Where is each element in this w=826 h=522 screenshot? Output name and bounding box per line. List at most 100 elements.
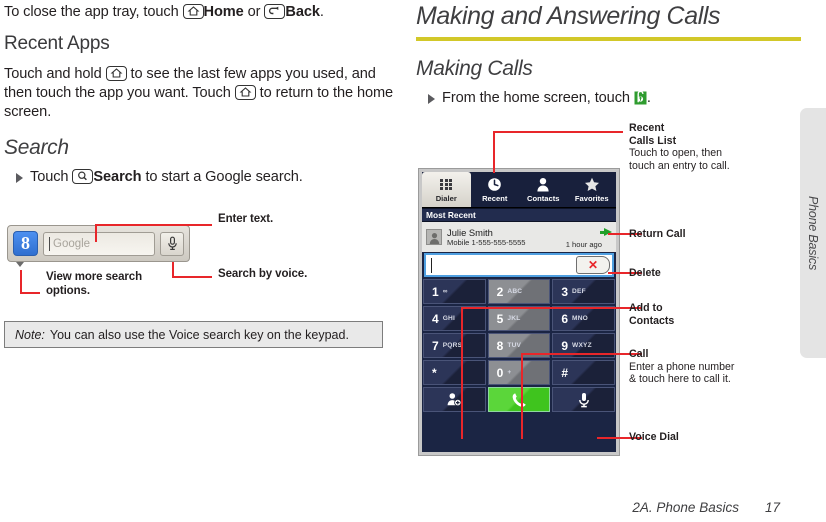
home-icon: [234, 85, 256, 100]
key-7[interactable]: 7 PQRS: [423, 333, 486, 358]
side-tab-label: Phone Basics: [806, 195, 820, 271]
add-to-contacts-button[interactable]: [423, 387, 486, 412]
home-icon: [105, 66, 127, 81]
callout-add-contacts-line1: Add to: [629, 302, 663, 314]
tab-favorites-label: Favorites: [574, 193, 609, 203]
dialer-tab-bar: Dialer Recent Contacts Favorites: [422, 172, 616, 208]
key-5-digit: 5: [496, 311, 504, 326]
callout-call-body: Enter a phone number & touch here to cal…: [629, 360, 735, 386]
making-calls-bullet-text: From the home screen, touch .: [442, 89, 651, 111]
callout-call-title: Call: [629, 348, 649, 360]
search-key-label: Search: [93, 169, 142, 185]
phone-screenshot: Dialer Recent Contacts Favorites Most Re…: [418, 168, 620, 456]
key-5[interactable]: 5 JKL: [487, 306, 551, 331]
page-footer: 2A. Phone Basics 17: [0, 500, 800, 515]
key-7-sub: PQRS: [442, 342, 463, 349]
left-column: To close the app tray, touch Home or Bac…: [4, 0, 400, 187]
recent-contact-number: Mobile 1-555-555-5555: [447, 238, 526, 247]
search-input[interactable]: Google: [43, 231, 155, 256]
recent-contact-name: Julie Smith: [447, 227, 493, 238]
contact-avatar-icon: [426, 229, 442, 245]
callout-delete: Delete: [629, 267, 744, 280]
callout-view-more-line2: options.: [46, 284, 90, 297]
tab-recent[interactable]: Recent: [471, 172, 520, 207]
footer-section: 2A. Phone Basics: [632, 500, 739, 515]
key-0[interactable]: 0 +: [487, 360, 551, 385]
side-tab-phone-basics: Phone Basics: [800, 108, 826, 358]
footer-page-number: 17: [764, 500, 780, 515]
tab-dialer-label: Dialer: [435, 193, 457, 203]
microphone-icon: [578, 392, 589, 407]
callout-recent-calls-body: Touch to open, then touch an entry to ca…: [629, 147, 730, 172]
key-1[interactable]: 1 ∞: [423, 279, 486, 304]
making-calls-post: .: [646, 90, 651, 106]
callout-return-call: Return Call: [629, 228, 744, 241]
key-9-sub: WXYZ: [572, 342, 592, 349]
key-3-sub: DEF: [572, 288, 586, 295]
key-0-sub: +: [507, 369, 512, 376]
close-tray-text-post: .: [319, 4, 324, 20]
recent-call-time: 1 hour ago: [565, 240, 602, 249]
callout-call: Call Enter a phone number & touch here t…: [629, 348, 744, 386]
tab-contacts[interactable]: Contacts: [519, 172, 568, 207]
key-hash[interactable]: #: [552, 360, 616, 385]
microphone-icon: [167, 236, 177, 250]
callout-delete-label: Delete: [629, 267, 661, 279]
phone-app-icon: [634, 90, 647, 111]
recent-apps-paragraph: Touch and hold to see the last few apps …: [4, 65, 400, 122]
search-input-placeholder: Google: [53, 237, 91, 250]
page-title: Making and Answering Calls: [416, 2, 721, 30]
google-logo-icon[interactable]: 8: [13, 231, 38, 256]
tab-dialer[interactable]: Dialer: [422, 172, 471, 207]
tab-favorites[interactable]: Favorites: [568, 172, 617, 207]
callout-recent-calls-title-2: Calls List: [629, 134, 677, 147]
callout-recent-calls-title-1: Recent: [629, 122, 665, 134]
search-bullet-pre: Touch: [30, 169, 73, 185]
title-divider: [416, 37, 801, 41]
key-2-sub: ABC: [507, 288, 523, 295]
dialer-action-row: [423, 387, 616, 412]
callout-add-contacts-line2: Contacts: [629, 314, 675, 327]
voice-search-button[interactable]: [160, 231, 184, 256]
key-6-sub: MNO: [572, 315, 589, 322]
callout-view-more-options: View more search options.: [46, 271, 176, 298]
google-logo-letter: 8: [21, 233, 30, 253]
recent-call-entry[interactable]: Julie Smith Mobile 1-555-555-5555 1 hour…: [422, 222, 616, 252]
key-8-sub: TUV: [507, 342, 522, 349]
tab-recent-label: Recent: [482, 193, 508, 203]
note-box: Note: You can also use the Voice search k…: [4, 321, 383, 348]
voice-dial-button[interactable]: [552, 387, 616, 412]
callout-line-recent-calls-h: [493, 131, 623, 133]
callout-line-call-v: [521, 353, 523, 439]
key-4[interactable]: 4 GHI: [423, 306, 486, 331]
key-0-digit: 0: [496, 365, 504, 380]
key-6[interactable]: 6 MNO: [552, 306, 616, 331]
manual-page: To close the app tray, touch Home or Bac…: [0, 0, 826, 522]
chevron-down-icon[interactable]: [16, 262, 24, 267]
callout-search-by-voice: Search by voice.: [218, 268, 308, 280]
call-button[interactable]: [487, 387, 551, 412]
key-3[interactable]: 3 DEF: [552, 279, 616, 304]
callout-recent-calls-list: Recent Calls List Touch to open, then to…: [629, 122, 744, 172]
google-search-widget[interactable]: 8 Google: [7, 225, 190, 262]
home-icon: [182, 4, 204, 19]
key-3-digit: 3: [561, 284, 569, 299]
key-star[interactable]: *: [423, 360, 486, 385]
right-column: Making and Answering Calls Making Calls …: [416, 0, 816, 111]
close-tray-text-mid: or: [243, 4, 265, 20]
key-star-digit: *: [432, 365, 437, 380]
keypad-row: * 0 + #: [423, 360, 616, 385]
search-bullet-post: to start a Google search.: [141, 169, 303, 185]
dial-number-input[interactable]: ✕: [424, 253, 614, 277]
green-handset-icon: [512, 392, 526, 407]
close-tray-text-pre: To close the app tray, touch: [4, 4, 183, 20]
key-4-digit: 4: [432, 311, 439, 326]
bullet-triangle-icon: [428, 94, 435, 104]
key-4-sub: GHI: [442, 315, 456, 322]
callout-view-more-line1: View more search: [46, 271, 142, 283]
key-7-digit: 7: [432, 338, 439, 353]
key-2[interactable]: 2 ABC: [487, 279, 551, 304]
red-x-delete-icon[interactable]: ✕: [576, 256, 610, 274]
making-calls-bullet: From the home screen, touch .: [428, 89, 816, 111]
recent-apps-heading: Recent Apps: [4, 33, 110, 54]
